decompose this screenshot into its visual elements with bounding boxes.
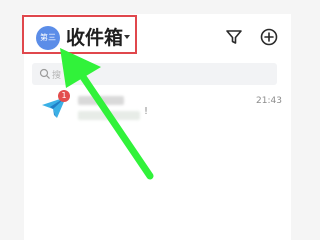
search-icon: [39, 68, 50, 79]
sender-name-blurred: [78, 96, 124, 105]
mail-app-window: 第三 收件箱 搜 1 ! 21:43: [0, 0, 291, 240]
inbox-title[interactable]: 收件箱: [66, 24, 123, 52]
preview-text-blurred: [78, 111, 140, 120]
filter-icon: [226, 30, 242, 44]
add-circle-icon: [260, 28, 278, 46]
mail-list-item[interactable]: 1 ! 21:43: [30, 86, 282, 134]
preview-tail-text: !: [144, 106, 149, 117]
add-button[interactable]: [259, 27, 279, 47]
search-placeholder: 搜: [52, 71, 62, 81]
avatar-label: 第三: [40, 33, 56, 42]
search-input[interactable]: 搜: [32, 63, 277, 85]
filter-button[interactable]: [225, 28, 243, 46]
account-avatar[interactable]: 第三: [36, 26, 60, 50]
chevron-down-icon[interactable]: [124, 35, 130, 39]
unread-badge: 1: [58, 90, 70, 102]
mail-time: 21:43: [256, 96, 282, 106]
